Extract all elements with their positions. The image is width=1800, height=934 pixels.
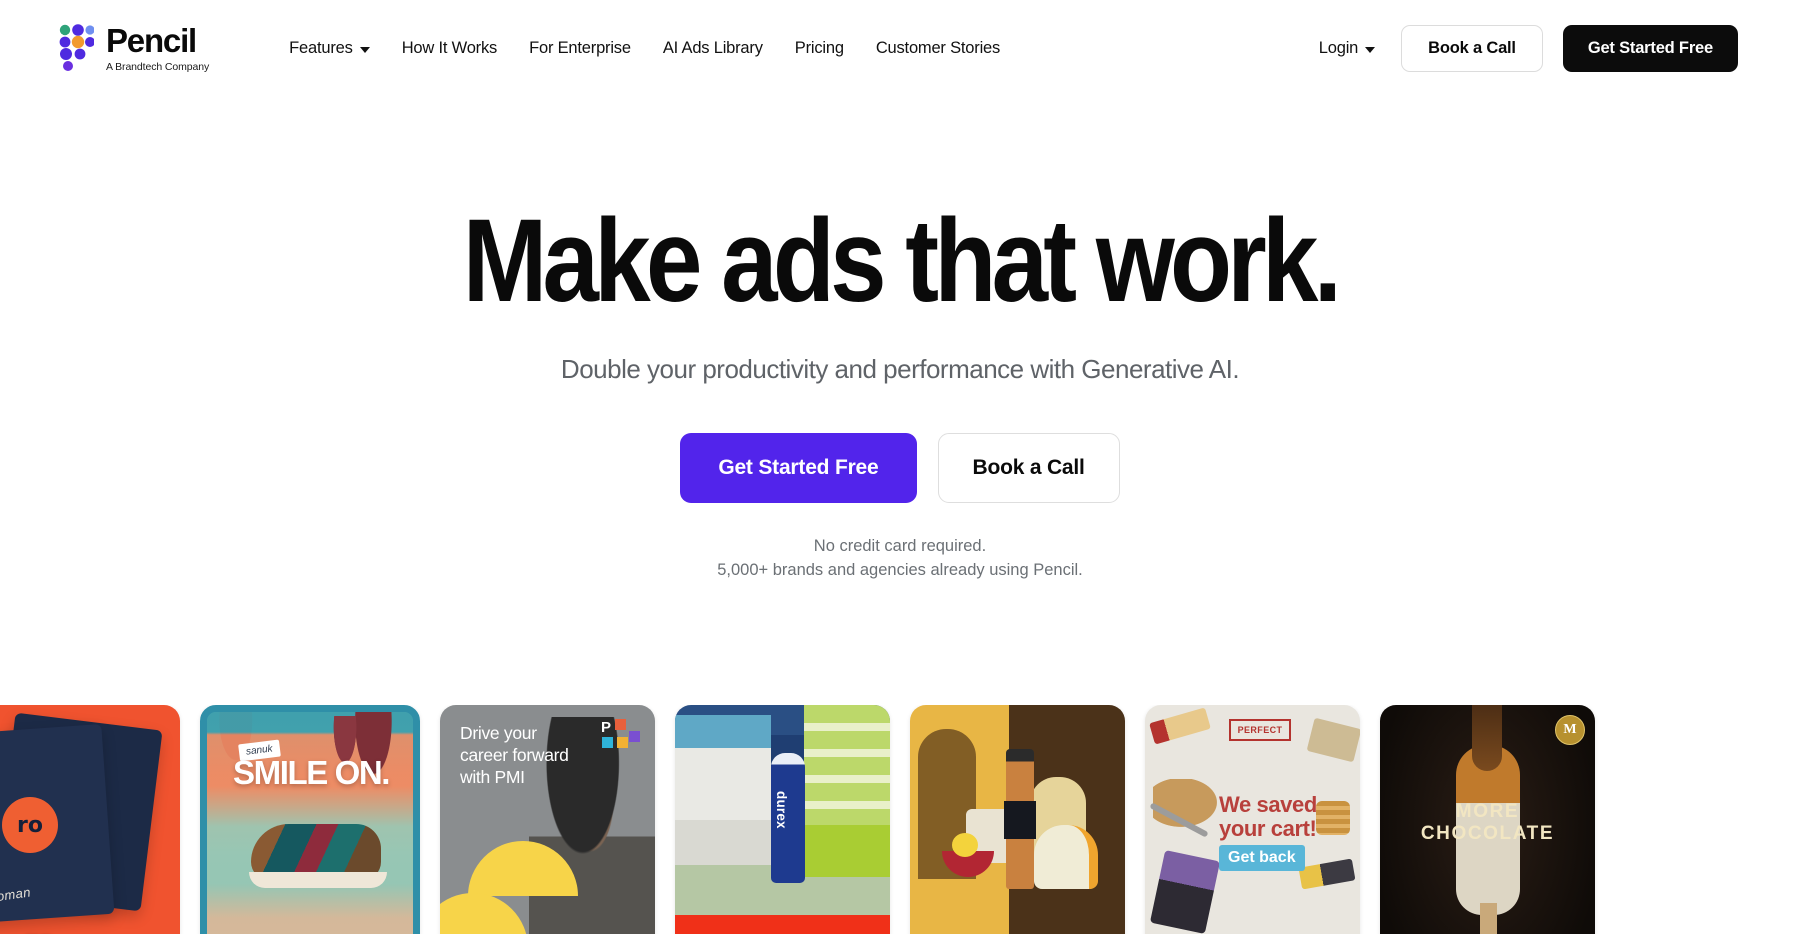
nav-get-started-free-button[interactable]: Get Started Free [1562, 24, 1738, 72]
nav-item-ai-ads-library[interactable]: AI Ads Library [663, 39, 763, 58]
login-label: Login [1318, 38, 1359, 57]
cheese-wedge-front [1034, 825, 1098, 889]
chocolate-drip [1472, 705, 1502, 771]
card-headline-line-1: Drive your [460, 723, 537, 743]
chevron-down-icon [1365, 46, 1376, 53]
nav-item-features-label: Features [289, 38, 353, 57]
nav-item-features[interactable]: Features [289, 39, 370, 58]
green-surface [798, 825, 890, 877]
ice-cream-stick [1480, 903, 1497, 934]
ad-examples-gallery[interactable]: ro roman Explore ED treatments today san… [0, 705, 1800, 934]
hero-footnote-line-2: 5,000+ brands and agencies already using… [717, 560, 1083, 579]
brand-name: Pencil [106, 21, 197, 59]
hero-headline: Make ads that work. [462, 195, 1342, 327]
magnum-logo-badge: M [1555, 715, 1585, 745]
top-navigation-bar: Pencil A Brandtech Company Features How … [0, 0, 1800, 96]
yellow-arch-shape [440, 893, 528, 934]
card-headline-line-2: career forward [460, 744, 569, 765]
hero-subheadline: Double your productivity and performance… [560, 354, 1240, 384]
hero-get-started-free-button[interactable]: Get Started Free [680, 433, 917, 503]
gallery-card-johnnie-walker-cheese-ad[interactable] [910, 705, 1125, 934]
gallery-card-roman-ed-ad[interactable]: ro roman Explore ED treatments today [0, 705, 180, 934]
primary-nav-links: Features How It Works For Enterprise AI … [289, 39, 1000, 58]
hero-footnote: No credit card required. 5,000+ brands a… [0, 535, 1800, 583]
protein-bar-product [1298, 858, 1356, 890]
gallery-card-sanuk-smile-on-ad[interactable]: sanuk SMILE ON. [200, 705, 420, 934]
gallery-card-magnum-chocolate-ad[interactable]: M MORE CHOCOLATE [1380, 705, 1595, 934]
nav-item-customer-stories[interactable]: Customer Stories [876, 39, 1000, 58]
hero-book-a-call-button[interactable]: Book a Call [937, 433, 1120, 503]
card-headline: Drive your career forward with PMI [460, 723, 569, 789]
card-headline: MORE CHOCOLATE [1380, 801, 1595, 846]
card-headline-line-3: with PMI [460, 766, 525, 787]
card-headline: We saved your cart! [1219, 792, 1317, 842]
card-headline-line-2: CHOCOLATE [1420, 823, 1555, 845]
nav-actions: Login Book a Call Get Started Free [1318, 24, 1738, 72]
protein-bar-product [1306, 717, 1360, 763]
card-cta-button[interactable]: Get back [1219, 845, 1305, 871]
card-headline-line-1: We saved [1219, 792, 1317, 817]
svg-text:P: P [601, 719, 611, 736]
nav-item-for-enterprise[interactable]: For Enterprise [529, 39, 631, 58]
card-headline: SMILE ON. [233, 754, 390, 791]
nav-item-how-it-works[interactable]: How It Works [402, 39, 498, 58]
bed-background [675, 715, 771, 865]
card-caption-line-1: Explore ED [0, 929, 117, 934]
durex-wordmark: durex [774, 791, 789, 829]
card-headline-line-1: MORE [1455, 801, 1520, 822]
shoe-sole [249, 872, 387, 888]
honey-dipper-icon [1316, 801, 1350, 835]
pencil-dots-logo-icon [59, 24, 94, 71]
black-label-sticker [1004, 801, 1036, 839]
gallery-card-perfect-bar-cart-ad[interactable]: PERFECT We saved your cart! Get back [1145, 705, 1360, 934]
card-headline-line-2: your cart! [1219, 816, 1317, 842]
nav-item-pricing[interactable]: Pricing [795, 39, 844, 58]
chevron-down-icon [359, 46, 370, 53]
pmi-logo-icon: P [601, 719, 640, 748]
protein-bar-product [1149, 707, 1211, 745]
hero-cta-group: Get Started Free Book a Call [0, 433, 1800, 503]
brand-tagline: A Brandtech Company [106, 60, 210, 73]
protein-bar-product [1149, 849, 1221, 934]
gallery-card-pmi-career-ad[interactable]: Drive your career forward with PMI P [440, 705, 655, 934]
hero-footnote-line-1: No credit card required. [813, 537, 987, 555]
hero-section: Make ads that work. Double your producti… [0, 96, 1800, 583]
brand-logo[interactable]: Pencil A Brandtech Company [58, 24, 209, 73]
perfect-brand-stamp: PERFECT [1229, 719, 1291, 741]
card-caption: Explore ED treatments today [0, 929, 117, 934]
gallery-card-durex-bedroom-ad[interactable]: durex [675, 705, 890, 934]
roman-badge: ro [2, 797, 58, 853]
lemon-fruit [952, 833, 978, 857]
nav-book-a-call-button[interactable]: Book a Call [1401, 24, 1543, 72]
login-menu[interactable]: Login [1318, 38, 1376, 58]
